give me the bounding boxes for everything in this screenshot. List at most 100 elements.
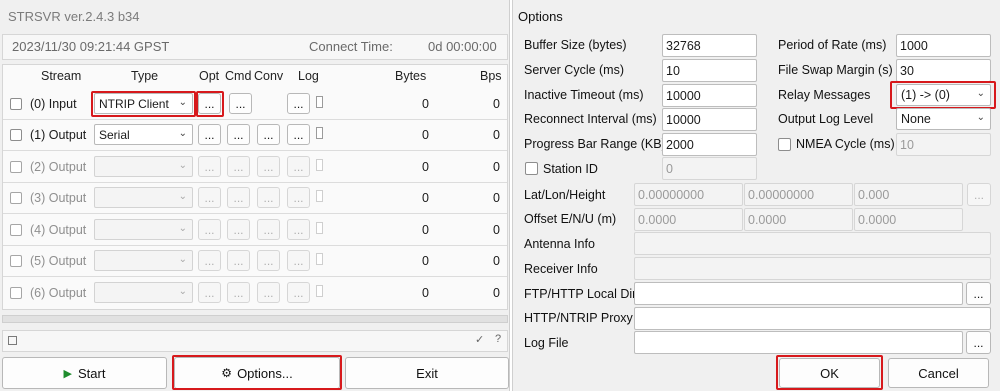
progress-bar-range-label: Progress Bar Range (KB) <box>524 137 666 151</box>
output-log-level-select[interactable]: None ⌄ <box>896 108 991 130</box>
height-field[interactable]: 0.000 <box>854 183 963 206</box>
stream-3-conv-button[interactable]: ... <box>257 187 280 208</box>
stream-5-conv-button[interactable]: ... <box>257 250 280 271</box>
stream-5-cmd-button[interactable]: ... <box>227 250 250 271</box>
stream-0-type-select[interactable]: NTRIP Client ⌄ <box>94 93 193 114</box>
stream-4-cmd-button[interactable]: ... <box>227 219 250 240</box>
start-button[interactable]: ▶ Start <box>2 357 167 389</box>
longitude-field[interactable]: 0.00000000 <box>744 183 853 206</box>
stream-5-opt-button[interactable]: ... <box>198 250 221 271</box>
reconnect-interval-field[interactable]: 10000 <box>662 108 757 131</box>
help-question-icon[interactable]: ? <box>495 333 501 345</box>
stream-1-log-button[interactable]: ... <box>287 124 310 145</box>
stream-0-enable-checkbox[interactable] <box>10 98 22 110</box>
latitude-field[interactable]: 0.00000000 <box>634 183 743 206</box>
stream-3-opt-button[interactable]: ... <box>198 187 221 208</box>
stream-4-log-button[interactable]: ... <box>287 219 310 240</box>
receiver-info-label: Receiver Info <box>524 262 598 276</box>
server-cycle-field[interactable]: 10 <box>662 59 757 82</box>
trace-check-icon[interactable]: ✓ <box>475 333 484 346</box>
stream-0-opt-button[interactable]: ... <box>198 93 221 114</box>
stream-4-conv-button[interactable]: ... <box>257 219 280 240</box>
ftp-http-local-dir-field[interactable] <box>634 282 963 305</box>
stream-6-opt-button[interactable]: ... <box>198 282 221 303</box>
stream-grid: Stream Type Opt Cmd Conv Log Bytes Bps (… <box>2 64 508 310</box>
server-cycle-label: Server Cycle (ms) <box>524 63 625 77</box>
stream-4-bps: 0 <box>493 223 500 237</box>
cancel-button[interactable]: Cancel <box>888 358 989 388</box>
stream-6-conv-button[interactable]: ... <box>257 282 280 303</box>
stream-2-cmd-button[interactable]: ... <box>227 156 250 177</box>
stream-2-log-button[interactable]: ... <box>287 156 310 177</box>
stream-2-opt-button[interactable]: ... <box>198 156 221 177</box>
relay-messages-label: Relay Messages <box>778 88 871 102</box>
stream-4-bytes: 0 <box>422 223 429 237</box>
options-button[interactable]: ⚙ Options... <box>174 357 340 389</box>
stream-0-status-lamp <box>316 96 323 108</box>
chevron-down-icon: ⌄ <box>976 88 985 99</box>
stream-1-type-select[interactable]: Serial ⌄ <box>94 124 193 145</box>
stream-2-type-select[interactable]: ⌄ <box>94 156 193 177</box>
stream-2-enable-checkbox[interactable] <box>10 161 22 173</box>
stream-6-cmd-button[interactable]: ... <box>227 282 250 303</box>
receiver-info-field[interactable] <box>634 257 991 280</box>
stream-1-cmd-button[interactable]: ... <box>227 124 250 145</box>
stream-4-opt-button[interactable]: ... <box>198 219 221 240</box>
buffer-size-field[interactable]: 32768 <box>662 34 757 57</box>
gear-icon: ⚙ <box>221 366 233 380</box>
stream-4-type-select[interactable]: ⌄ <box>94 219 193 240</box>
file-swap-margin-field[interactable]: 30 <box>896 59 991 82</box>
status-bar: 2023/11/30 09:21:44 GPST Connect Time: 0… <box>2 34 508 60</box>
log-file-browse-button[interactable]: ... <box>966 331 991 354</box>
offset-up-field[interactable]: 0.0000 <box>854 208 963 231</box>
inactive-timeout-field[interactable]: 10000 <box>662 84 757 107</box>
stream-1-conv-button[interactable]: ... <box>257 124 280 145</box>
stream-4-enable-checkbox[interactable] <box>10 224 22 236</box>
progress-bar-range-field[interactable]: 2000 <box>662 133 757 156</box>
station-id-checkbox[interactable] <box>525 162 538 175</box>
stream-5-status-lamp <box>316 253 323 265</box>
stream-6-enable-checkbox[interactable] <box>10 287 22 299</box>
file-swap-margin-label: File Swap Margin (s) <box>778 63 893 77</box>
stream-2-conv-button[interactable]: ... <box>257 156 280 177</box>
options-button-label: Options... <box>237 365 293 381</box>
stream-2-status-lamp <box>316 159 323 171</box>
position-browse-button[interactable]: ... <box>967 183 991 206</box>
stream-2-bps: 0 <box>493 160 500 174</box>
local-dir-browse-button[interactable]: ... <box>966 282 991 305</box>
antenna-info-field[interactable] <box>634 232 991 255</box>
station-id-field[interactable]: 0 <box>662 157 757 180</box>
ok-button[interactable]: OK <box>779 358 880 388</box>
relay-messages-select[interactable]: (1) -> (0) ⌄ <box>896 84 991 106</box>
chevron-down-icon: ⌄ <box>178 254 187 265</box>
stream-3-enable-checkbox[interactable] <box>10 192 22 204</box>
http-ntrip-proxy-field[interactable] <box>634 307 991 330</box>
nmea-cycle-checkbox[interactable] <box>778 138 791 151</box>
panel-square-icon <box>8 336 17 345</box>
period-of-rate-field[interactable]: 1000 <box>896 34 991 57</box>
stream-5-enable-checkbox[interactable] <box>10 255 22 267</box>
stream-1-opt-button[interactable]: ... <box>198 124 221 145</box>
stream-5-type-select[interactable]: ⌄ <box>94 250 193 271</box>
options-dialog: Options Buffer Size (bytes) 32768 Server… <box>512 0 1000 391</box>
chevron-down-icon: ⌄ <box>178 286 187 297</box>
offset-east-field[interactable]: 0.0000 <box>634 208 743 231</box>
offset-north-field[interactable]: 0.0000 <box>744 208 853 231</box>
stream-2-label: (2) Output <box>30 160 87 174</box>
header-cmd: Cmd <box>225 69 252 83</box>
stream-6-log-button[interactable]: ... <box>287 282 310 303</box>
stream-0-cmd-button[interactable]: ... <box>229 93 252 114</box>
stream-0-log-button[interactable]: ... <box>287 93 310 114</box>
stream-3-log-button[interactable]: ... <box>287 187 310 208</box>
stream-6-type-select[interactable]: ⌄ <box>94 282 193 303</box>
exit-button[interactable]: Exit <box>345 357 509 389</box>
stream-row-2: (2) Output ⌄ ... ... ... ... 0 0 <box>3 152 507 183</box>
stream-1-enable-checkbox[interactable] <box>10 129 22 141</box>
stream-6-bytes: 0 <box>422 286 429 300</box>
stream-3-type-select[interactable]: ⌄ <box>94 187 193 208</box>
nmea-cycle-field[interactable]: 10 <box>896 133 991 156</box>
stream-3-cmd-button[interactable]: ... <box>227 187 250 208</box>
stream-4-label: (4) Output <box>30 223 87 237</box>
stream-5-log-button[interactable]: ... <box>287 250 310 271</box>
log-file-field[interactable] <box>634 331 963 354</box>
